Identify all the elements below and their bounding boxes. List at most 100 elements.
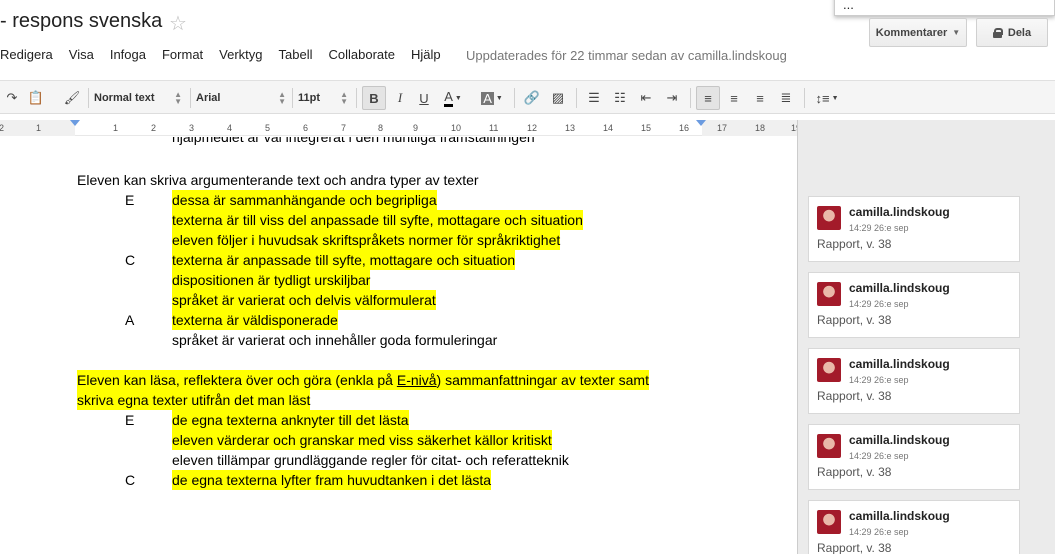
menu-edit[interactable]: Redigera — [0, 47, 53, 65]
numbered-list-icon[interactable]: ☰ — [582, 86, 606, 110]
criteria-line: eleven följer i huvudsak skriftspråkets … — [172, 230, 561, 250]
comment-author: camilla.lindskoug — [849, 281, 950, 295]
criteria-line: eleven värderar och granskar med viss sä… — [172, 430, 552, 450]
section-heading: Eleven kan skriva argumenterande text oc… — [77, 172, 479, 188]
document-body[interactable]: hjälpmedlet är väl integrerat i den munt… — [0, 137, 797, 554]
toolbar-divider — [292, 88, 293, 108]
font-select-value: Arial — [196, 92, 221, 104]
updown-icon: ▲ ▼ — [340, 90, 348, 106]
ruler-tick: 15 — [641, 123, 652, 133]
paste-icon[interactable]: 📋 — [24, 86, 48, 110]
comment-card[interactable]: camilla.lindskoug 14:29 26:e sep Rapport… — [808, 196, 1020, 262]
star-icon[interactable]: ☆ — [169, 11, 187, 36]
image-icon[interactable]: ▨ — [546, 86, 570, 110]
toolbar-divider — [576, 88, 577, 108]
ruler-tick: 17 — [717, 123, 728, 133]
indent-marker-left[interactable] — [70, 120, 80, 126]
partial-line: hjälpmedlet är väl integrerat i den munt… — [172, 137, 535, 145]
criteria-line: texterna är anpassade till syfte, mottag… — [172, 250, 516, 270]
chevron-down-icon: ▼ — [952, 28, 961, 37]
criteria-line: de egna texterna anknyter till det lästa — [172, 410, 409, 430]
criteria-line: eleven tillämpar grundläggande regler fö… — [172, 452, 569, 468]
bulleted-list-icon[interactable]: ☷ — [608, 86, 632, 110]
menu-bar: Redigera Visa Infoga Format Verktyg Tabe… — [0, 47, 457, 65]
redo-icon[interactable]: ↷ — [0, 86, 24, 110]
comment-card[interactable]: camilla.lindskoug 14:29 26:e sep Rapport… — [808, 424, 1020, 490]
italic-icon[interactable]: I — [388, 86, 412, 110]
toolbar-divider — [690, 88, 691, 108]
criteria-line: språket är varierat och innehåller goda … — [172, 332, 498, 348]
justify-icon[interactable]: ≣ — [774, 86, 798, 110]
font-size-value: 11pt — [298, 92, 321, 104]
toolbar-divider — [88, 88, 89, 108]
comment-time: 14:29 26:e sep — [849, 375, 909, 385]
comment-author: camilla.lindskoug — [849, 357, 950, 371]
comment-time: 14:29 26:e sep — [849, 527, 909, 537]
ruler-tick: 1 — [113, 123, 119, 133]
ruler[interactable]: 2 1 1 2 3 4 5 6 7 8 9 10 11 12 13 14 15 … — [0, 120, 801, 136]
comment-author: camilla.lindskoug — [849, 509, 950, 523]
increase-indent-icon[interactable]: ⇥ — [660, 86, 684, 110]
avatar — [817, 434, 841, 458]
updown-icon: ▲ ▼ — [278, 90, 286, 106]
grade-label: A — [125, 312, 135, 328]
lock-icon — [992, 27, 1003, 38]
updown-icon: ▲ ▼ — [174, 90, 182, 106]
toolbar: ↷ 📋 🖌 Normal text ▲ ▼ Arial ▲ ▼ 11pt ▲ ▼ B … — [0, 80, 1055, 114]
ruler-tick: 10 — [451, 123, 462, 133]
font-size-select[interactable]: 11pt ▲ ▼ — [298, 86, 350, 110]
menu-tools[interactable]: Verktyg — [219, 47, 262, 65]
share-button[interactable]: Dela — [976, 18, 1048, 47]
last-updated-status[interactable]: Uppdaterades för 22 timmar sedan av cami… — [466, 48, 787, 63]
ruler-tick: 2 — [0, 123, 5, 133]
ruler-tick: 12 — [527, 123, 538, 133]
decrease-indent-icon[interactable]: ⇤ — [634, 86, 658, 110]
comment-card[interactable]: camilla.lindskoug 14:29 26:e sep Rapport… — [808, 500, 1020, 554]
line-spacing-icon[interactable]: ↕≡ ▼ — [810, 86, 844, 110]
heading-text: ) sammanfattningar av texter samt — [436, 372, 649, 388]
paint-format-icon[interactable]: 🖌 — [60, 86, 84, 110]
ruler-tick: 11 — [489, 123, 499, 133]
comments-button[interactable]: Kommentarer ▼ — [869, 18, 967, 47]
avatar — [817, 358, 841, 382]
criteria-line: de egna texterna lyfter fram huvudtanken… — [172, 470, 492, 490]
menu-format[interactable]: Format — [162, 47, 203, 65]
grade-label: E — [125, 412, 135, 428]
ruler-tick: 2 — [151, 123, 157, 133]
comment-card[interactable]: camilla.lindskoug 14:29 26:e sep Rapport… — [808, 348, 1020, 414]
menu-table[interactable]: Tabell — [279, 47, 313, 65]
menu-insert[interactable]: Infoga — [110, 47, 146, 65]
highlight-color-icon[interactable]: A ▼ — [474, 86, 510, 110]
menu-collaborate[interactable]: Collaborate — [328, 47, 395, 65]
criteria-line: språket är varierat och delvis välformul… — [172, 290, 436, 310]
toolbar-divider — [514, 88, 515, 108]
font-select[interactable]: Arial ▲ ▼ — [196, 86, 288, 110]
comment-text: Rapport, v. 38 — [817, 465, 892, 479]
comment-text: Rapport, v. 38 — [817, 541, 892, 554]
align-left-icon[interactable]: ≡ — [696, 86, 720, 110]
text-color-icon[interactable]: A ▼ — [438, 86, 468, 110]
heading-underlined-text: E-nivå — [396, 372, 437, 388]
align-right-icon[interactable]: ≡ — [748, 86, 772, 110]
style-select-value: Normal text — [94, 92, 155, 104]
document-title[interactable]: - respons svenska — [0, 10, 162, 33]
style-select[interactable]: Normal text ▲ ▼ — [94, 86, 184, 110]
menu-view[interactable]: Visa — [69, 47, 94, 65]
grade-label: C — [125, 472, 136, 488]
link-icon[interactable]: 🔗 — [520, 86, 544, 110]
comment-card[interactable]: camilla.lindskoug 14:29 26:e sep Rapport… — [808, 272, 1020, 338]
indent-marker-right[interactable] — [696, 120, 706, 126]
ruler-tick: 5 — [265, 123, 271, 133]
ruler-tick: 7 — [341, 123, 347, 133]
bold-icon[interactable]: B — [362, 86, 386, 110]
comment-text: Rapport, v. 38 — [817, 237, 892, 251]
comment-text: Rapport, v. 38 — [817, 313, 892, 327]
comment-time: 14:29 26:e sep — [849, 299, 909, 309]
align-center-icon[interactable]: ≡ — [722, 86, 746, 110]
ruler-tick: 14 — [603, 123, 614, 133]
comment-author: camilla.lindskoug — [849, 205, 950, 219]
avatar — [817, 206, 841, 230]
menu-help[interactable]: Hjälp — [411, 47, 441, 65]
underline-icon[interactable]: U — [412, 86, 436, 110]
avatar — [817, 282, 841, 306]
